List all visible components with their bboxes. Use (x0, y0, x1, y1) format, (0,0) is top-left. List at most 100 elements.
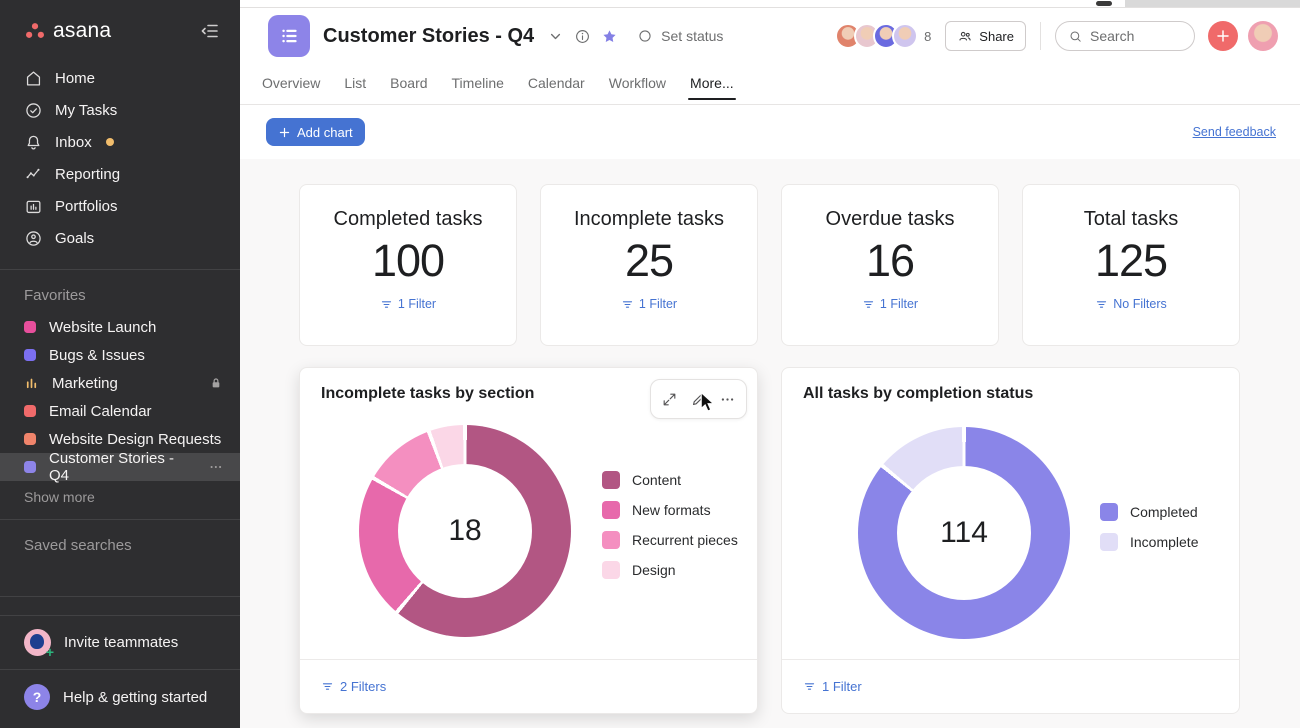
member-avatars[interactable] (835, 23, 918, 49)
share-button[interactable]: Share (945, 21, 1026, 51)
favorite-item-website-design-requests[interactable]: Website Design Requests (0, 425, 240, 453)
stat-card-completed-tasks[interactable]: Completed tasks1001 Filter (299, 184, 517, 346)
sidebar-item-label: Reporting (55, 166, 120, 183)
sidebar-item-my-tasks[interactable]: My Tasks (0, 94, 240, 126)
chevron-down-icon[interactable] (547, 28, 564, 45)
saved-searches-label: Saved searches (0, 520, 240, 563)
chart-title: Incomplete tasks by section (321, 385, 534, 403)
sidebar-item-portfolios[interactable]: Portfolios (0, 190, 240, 222)
project-options-icon[interactable] (208, 459, 224, 475)
donut-chart[interactable]: 18 (359, 425, 571, 637)
legend-swatch (602, 471, 620, 489)
stat-card-title: Total tasks (1084, 208, 1178, 231)
donut-chart[interactable]: 114 (858, 427, 1070, 639)
project-color-dot (24, 349, 36, 361)
more-icon (719, 391, 736, 408)
help-button[interactable]: ? Help & getting started (0, 669, 240, 728)
chart-filter-link[interactable]: 1 Filter (803, 679, 862, 694)
favorite-item-bugs-issues[interactable]: Bugs & Issues (0, 341, 240, 369)
filter-icon (380, 298, 393, 311)
stat-card-incomplete-tasks[interactable]: Incomplete tasks251 Filter (540, 184, 758, 346)
donut-center: 18 (398, 464, 532, 598)
stat-card-value: 125 (1095, 234, 1167, 288)
sidebar-item-label: Home (55, 70, 95, 87)
info-icon[interactable] (574, 28, 591, 45)
status-circle-icon (637, 28, 653, 44)
stat-card-title: Overdue tasks (826, 208, 955, 231)
tab-overview[interactable]: Overview (262, 64, 320, 104)
show-more-link[interactable]: Show more (0, 481, 240, 511)
legend-swatch (1100, 503, 1118, 521)
sidebar-bottom: Invite teammates ? Help & getting starte… (0, 596, 240, 728)
chart-filter-link[interactable]: 2 Filters (321, 679, 386, 694)
filter-icon (321, 680, 334, 693)
asana-logo-text: asana (53, 19, 111, 43)
asana-logo[interactable]: asana (24, 19, 111, 43)
stat-card-filter-link[interactable]: 1 Filter (621, 297, 677, 311)
donut-center: 114 (897, 466, 1031, 600)
sidebar: asana Home My TasksInbox Reporting Portfoli… (0, 0, 240, 728)
filter-label: 1 Filter (822, 679, 862, 694)
tab-workflow[interactable]: Workflow (609, 64, 666, 104)
search-input[interactable] (1090, 28, 1182, 44)
set-status-button[interactable]: Set status (637, 28, 723, 44)
sidebar-item-home[interactable]: Home (0, 62, 240, 94)
favorite-item-email-calendar[interactable]: Email Calendar (0, 397, 240, 425)
member-count: 8 (924, 29, 931, 44)
tab-timeline[interactable]: Timeline (452, 64, 504, 104)
stat-card-filter-link[interactable]: No Filters (1095, 297, 1166, 311)
filter-label: 2 Filters (340, 679, 386, 694)
favorite-item-label: Email Calendar (49, 403, 152, 420)
favorite-item-website-launch[interactable]: Website Launch (0, 313, 240, 341)
chart-footer: 2 Filters (300, 659, 757, 713)
legend-item: New formats (602, 501, 738, 519)
sidebar-item-reporting[interactable]: Reporting (0, 158, 240, 190)
sidebar-item-goals[interactable]: Goals (0, 222, 240, 254)
tab-list[interactable]: List (344, 64, 366, 104)
favorite-item-marketing[interactable]: Marketing (0, 369, 240, 397)
stat-card-total-tasks[interactable]: Total tasks 125 No Filters (1022, 184, 1240, 346)
filter-label: No Filters (1113, 297, 1166, 311)
sidebar-item-inbox[interactable]: Inbox (0, 126, 240, 158)
project-icon[interactable] (268, 15, 310, 57)
tab-calendar[interactable]: Calendar (528, 64, 585, 104)
tab-board[interactable]: Board (390, 64, 427, 104)
stat-card-overdue-tasks[interactable]: Overdue tasks161 Filter (781, 184, 999, 346)
filter-icon (803, 680, 816, 693)
filter-icon (621, 298, 634, 311)
stat-card-title: Completed tasks (334, 208, 483, 231)
project-color-dot (24, 321, 36, 333)
check-circle-icon (24, 101, 43, 120)
stat-card-value: 25 (625, 234, 673, 288)
chart-card-0[interactable]: Incomplete tasks by section18ContentNew … (299, 367, 758, 714)
add-chart-button[interactable]: Add chart (266, 118, 365, 146)
favorite-item-customer-stories-q4[interactable]: Customer Stories - Q4 (0, 453, 240, 481)
sidebar-item-label: Portfolios (55, 198, 118, 215)
collapse-sidebar-icon[interactable] (198, 19, 222, 43)
stat-card-filter-link[interactable]: 1 Filter (380, 297, 436, 311)
chart-footer: 1 Filter (782, 659, 1239, 713)
share-label: Share (979, 29, 1014, 44)
legend-label: Design (632, 562, 676, 578)
bar-chart-icon (24, 376, 39, 391)
member-avatar[interactable] (892, 23, 918, 49)
send-feedback-link[interactable]: Send feedback (1193, 125, 1276, 139)
sidebar-item-label: Goals (55, 230, 94, 247)
legend-item: Incomplete (1100, 533, 1198, 551)
profile-avatar[interactable] (1248, 21, 1278, 51)
project-tabs: Overview List Board Timeline Calendar Workflo… (240, 64, 1300, 105)
portfolio-icon (24, 197, 43, 216)
expand-button[interactable] (655, 384, 684, 414)
create-button[interactable] (1208, 21, 1238, 51)
project-header: Customer Stories - Q4 Set status 8 Share (240, 8, 1300, 64)
chart-card-1[interactable]: All tasks by completion status114Complet… (781, 367, 1240, 714)
bell-icon (24, 133, 43, 152)
tab-more[interactable]: More... (690, 64, 734, 104)
question-icon: ? (24, 684, 50, 710)
stat-card-filter-link[interactable]: 1 Filter (862, 297, 918, 311)
legend-label: Incomplete (1130, 534, 1198, 550)
invite-teammates-button[interactable]: Invite teammates (0, 615, 240, 669)
favorite-item-label: Customer Stories - Q4 (49, 450, 195, 484)
search-box[interactable] (1055, 21, 1195, 51)
star-icon[interactable] (601, 28, 618, 45)
